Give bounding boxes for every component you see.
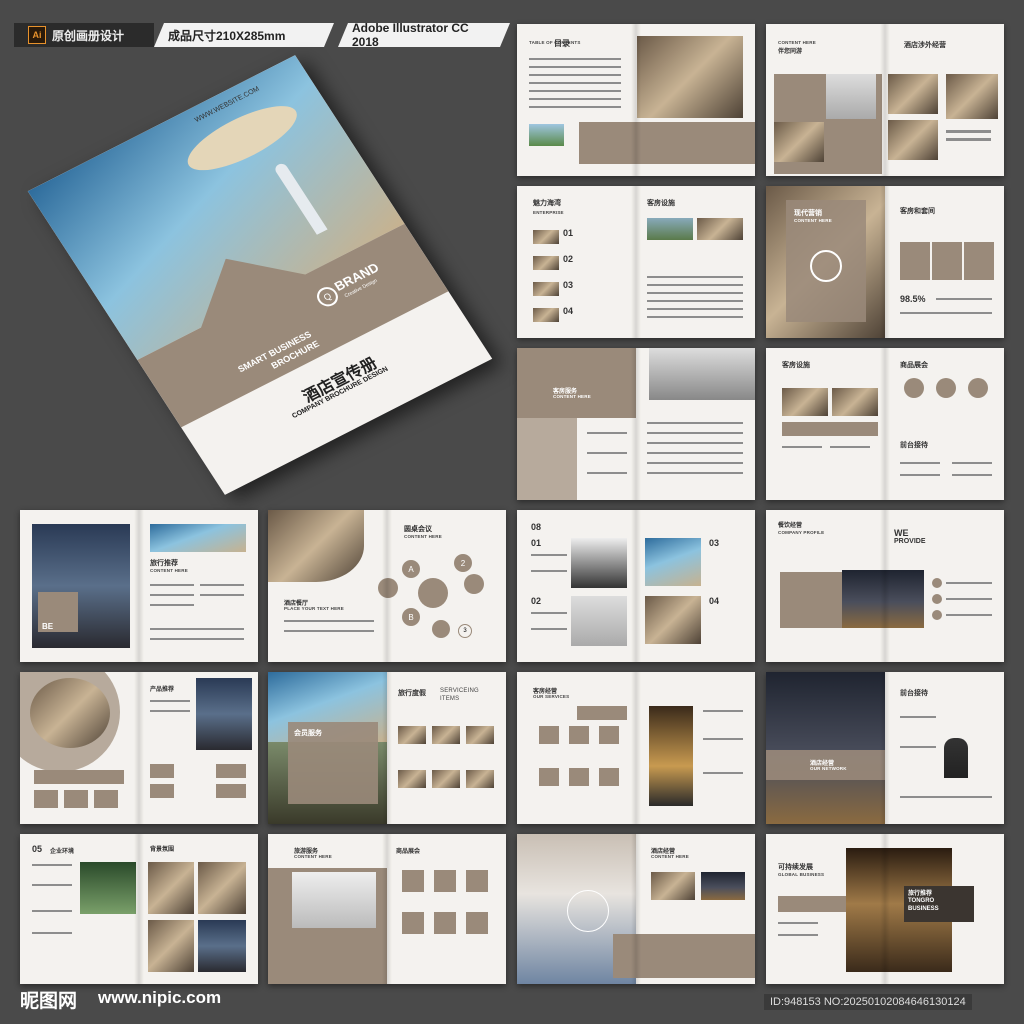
p3-cn: 魅力海湾	[533, 200, 561, 207]
original-design-label: 原创画册设计	[52, 28, 125, 43]
p15-num: 05	[32, 844, 43, 854]
p14-en: OUR NETWORK	[810, 766, 847, 771]
software-tag: Adobe Illustrator CC 2018	[338, 23, 510, 47]
footer-id: ID:948153 NO:20250102084646130124	[764, 994, 972, 1010]
p18-cn: 可持续发展	[778, 864, 813, 871]
p8-letter-b: B	[402, 608, 420, 626]
p12-left-cn: 会员服务	[294, 730, 322, 737]
spread-room-management: 客房经营 OUR SERVICES	[517, 672, 755, 824]
spread-travel: BE 旅行推荐 CONTENT HERE	[20, 510, 258, 662]
p6-right2-cn: 前台接待	[900, 442, 928, 449]
p3-en: ENTERPRISE	[533, 210, 564, 215]
p7-en: CONTENT HERE	[150, 568, 188, 573]
p8-en: CONTENT HERE	[404, 534, 442, 539]
p8-letter-a: A	[402, 560, 420, 578]
size-label: 成品尺寸210X285mm	[168, 28, 286, 43]
spread-roundtable: 酒店餐厅 PLACE YOUR TEXT HERE 圆桌会议 CONTENT H…	[268, 510, 506, 662]
spread-tourism: 旅游服务 CONTENT HERE 商品展会	[268, 834, 506, 984]
p18-right-en2: BUSINESS	[908, 906, 939, 912]
toc-photo	[637, 36, 743, 118]
p15-right-cn: 背景氛围	[150, 847, 175, 853]
spread-services-08: 08 01 02 03 04	[517, 510, 755, 662]
p11-cn: 产品推荐	[150, 687, 175, 693]
p2-right-cn: 酒店涉外经营	[904, 42, 946, 49]
p16-right-cn: 商品展会	[396, 849, 421, 855]
p8-num-2: 2	[454, 554, 472, 572]
p4-right-cn: 客房和套间	[900, 208, 935, 215]
p17-en: CONTENT HERE	[651, 854, 689, 859]
software-label: Adobe Illustrator CC 2018	[352, 21, 469, 49]
footer-url[interactable]: www.nipic.com	[98, 988, 221, 1008]
p3-num-4: 04	[563, 306, 574, 316]
footer-bar: 昵图网 www.nipic.com ID:948153 NO:202501020…	[0, 984, 1024, 1024]
p2-cn: 伴您同游	[778, 49, 803, 55]
p12-en2: ITEMS	[440, 696, 460, 702]
p8-num-3: 3	[458, 624, 472, 638]
spread-marketing: 现代营销 CONTENT HERE 客房和套间 98.5%	[766, 186, 1004, 338]
p8-cn: 圆桌会议	[404, 526, 432, 533]
toc-cn: 目录	[554, 39, 570, 48]
spread-catering: 餐饮经营 COMPANY PROFILE WE PROVIDE	[766, 510, 1004, 662]
p7-cn: 旅行推荐	[150, 560, 178, 567]
spread-vacation: 会员服务 旅行度假 SERVICEING ITEMS	[268, 672, 506, 824]
spread-facilities: 客房设施 商品展会 前台接待	[766, 348, 1004, 500]
p4-en: CONTENT HERE	[794, 218, 832, 223]
p6-cn: 客房设施	[782, 362, 810, 369]
p9-num: 08	[531, 522, 542, 532]
p13-en: OUR SERVICES	[533, 694, 570, 699]
illustrator-icon: Ai	[28, 26, 46, 44]
p7-be: BE	[42, 622, 54, 631]
p3-num-2: 02	[563, 254, 574, 264]
original-design-tag: Ai 原创画册设计	[14, 23, 154, 47]
p9-num-01: 01	[531, 538, 542, 548]
p10-we: WE	[894, 528, 909, 538]
p15-cn: 企业环境	[50, 849, 75, 855]
p2-en: CONTENT HERE	[778, 40, 816, 45]
footer-logo: 昵图网	[20, 991, 78, 1012]
p3-num-1: 01	[563, 228, 574, 238]
p18-en: GLOBAL BUSINESS	[778, 872, 825, 877]
size-tag: 成品尺寸210X285mm	[154, 23, 334, 47]
p10-cn: 餐饮经营	[778, 523, 803, 529]
p8-left-en: PLACE YOUR TEXT HERE	[284, 606, 344, 611]
p3-num-3: 03	[563, 280, 574, 290]
p18-right-cn: 旅行推荐	[908, 891, 933, 897]
p4-cn: 现代营销	[794, 210, 822, 217]
p12-cn: 旅行度假	[398, 690, 426, 697]
cover-book: WWW.WEBSITE.COM Q BRAND Creative Design …	[27, 55, 493, 495]
spread-network: 酒店经营 OUR NETWORK 前台接待	[766, 672, 1004, 824]
spread-toc: TABLE OF CONTENTS 目录	[517, 24, 755, 176]
p9-num-03: 03	[709, 538, 720, 548]
spread-products: 产品推荐	[20, 672, 258, 824]
p14-right-cn: 前台接待	[900, 690, 928, 697]
p5-en: CONTENT HERE	[553, 394, 591, 399]
spread-room-service: 客房服务 CONTENT HERE	[517, 348, 755, 500]
spread-environment: 05 企业环境 背景氛围	[20, 834, 258, 984]
spread-bay: 魅力海湾 ENTERPRISE 01 02 03 04 客房设施	[517, 186, 755, 338]
p4-pct: 98.5%	[900, 294, 926, 304]
spread-sustainable: 可持续发展 GLOBAL BUSINESS 旅行推荐 TONGRO BUSINE…	[766, 834, 1004, 984]
p10-provide: PROVIDE	[894, 538, 926, 545]
p9-num-04: 04	[709, 596, 720, 606]
p12-en1: SERVICEING	[440, 688, 479, 694]
spread-hotel-operation: 酒店经营 CONTENT HERE	[517, 834, 755, 984]
p16-en: CONTENT HERE	[294, 854, 332, 859]
p10-en: COMPANY PROFILE	[778, 530, 825, 535]
p3-right-cn: 客房设施	[647, 200, 675, 207]
p6-right-cn: 商品展会	[900, 362, 928, 369]
p18-right-en1: TONGRO	[908, 898, 935, 904]
p9-num-02: 02	[531, 596, 542, 606]
spread-foreign: CONTENT HERE 伴您同游 酒店涉外经营	[766, 24, 1004, 176]
